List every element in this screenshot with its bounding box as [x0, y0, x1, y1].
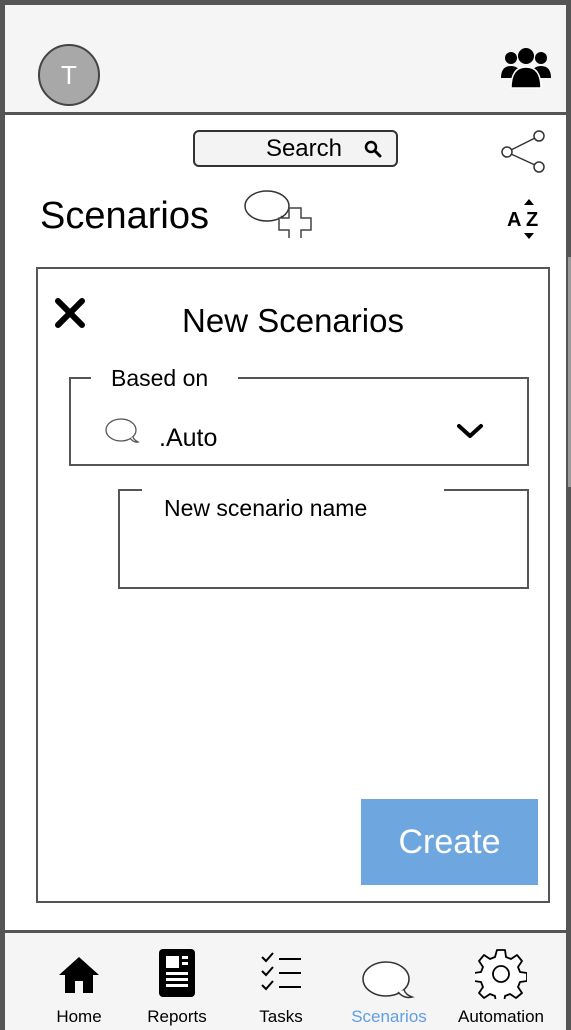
- avatar-initial: T: [61, 59, 77, 90]
- speech-bubble-icon: [105, 418, 140, 443]
- create-button[interactable]: Create: [361, 799, 538, 885]
- gear-icon: [475, 949, 527, 999]
- nav-item-reports[interactable]: Reports: [135, 933, 219, 1030]
- page-title: Scenarios: [40, 195, 209, 237]
- nav-label-automation: Automation: [458, 1007, 544, 1026]
- search-label: Search: [265, 134, 342, 162]
- based-on-label-wrap: Based on: [91, 363, 239, 393]
- add-scenario-icon[interactable]: [243, 188, 315, 238]
- based-on-select[interactable]: Based on .Auto: [69, 363, 529, 466]
- bottom-nav: Home Reports Tasks Scenarios Automation: [5, 930, 566, 1030]
- nav-item-automation[interactable]: Automation: [445, 933, 557, 1030]
- tasks-icon: [261, 952, 301, 991]
- people-icon[interactable]: [501, 46, 551, 90]
- search-button[interactable]: Search: [193, 130, 398, 167]
- share-icon[interactable]: [499, 130, 547, 174]
- nav-item-tasks[interactable]: Tasks: [243, 933, 319, 1030]
- dialog-title-text: New Scenarios: [182, 302, 404, 339]
- nav-label-home: Home: [56, 1007, 102, 1026]
- avatar[interactable]: T: [38, 44, 100, 106]
- based-on-label: Based on: [111, 365, 209, 391]
- chevron-down-icon[interactable]: [455, 421, 485, 441]
- nav-label-scenarios: Scenarios: [351, 1007, 427, 1026]
- nav-item-scenarios[interactable]: Scenarios: [341, 933, 437, 1030]
- based-on-value: .Auto: [159, 424, 218, 452]
- sort-az-icon[interactable]: A Z: [505, 197, 547, 241]
- new-scenario-dialog: New Scenarios Based on .Auto New scenari…: [36, 267, 550, 903]
- nav-label-reports: Reports: [147, 1007, 207, 1026]
- home-icon: [59, 957, 99, 993]
- dialog-title: New Scenarios: [38, 302, 548, 340]
- nav-item-home[interactable]: Home: [43, 933, 115, 1030]
- scenario-name-input[interactable]: New scenario name: [118, 485, 529, 589]
- top-bar: T: [5, 5, 566, 115]
- reports-icon: [159, 949, 195, 997]
- nav-label-tasks: Tasks: [259, 1007, 303, 1026]
- app-frame: T Search Scenarios A Z New Scenarios Bas…: [0, 0, 571, 1030]
- svg-text:Z: Z: [526, 209, 538, 231]
- search-icon: [364, 140, 382, 157]
- svg-text:A: A: [507, 209, 521, 231]
- speech-bubble-icon: [362, 961, 415, 999]
- scenario-name-label: New scenario name: [164, 495, 368, 521]
- scenario-name-label-wrap: New scenario name: [142, 485, 444, 521]
